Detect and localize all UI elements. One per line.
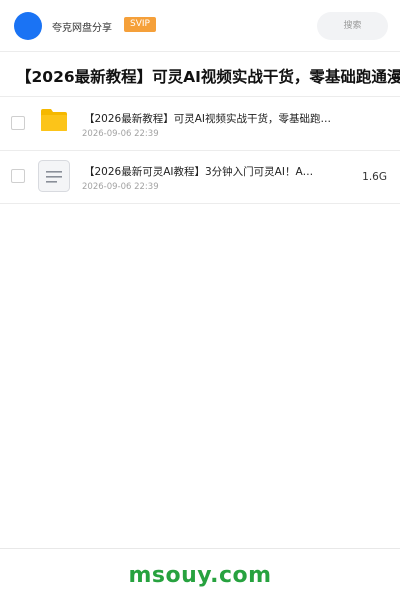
select-checkbox[interactable] (11, 116, 25, 130)
share-title: 【2026最新教程】可灵AI视频实战干货，零基础跑通漫剧… (16, 68, 400, 86)
svip-badge: SVIP (124, 17, 156, 32)
file-size: 1.6G (362, 171, 387, 183)
share-page: 夸克网盘分享 SVIP 搜索 【2026最新教程】可灵AI视频实战干货，零基础跑… (0, 0, 400, 600)
file-date: 2026-09-06 22:39 (82, 129, 159, 139)
file-row[interactable]: 【2026最新可灵AI教程】3分钟入门可灵AI！A… 2026-09-06 22… (0, 150, 400, 204)
file-row[interactable]: 【2026最新教程】可灵AI视频实战干货，零基础跑… 2026-09-06 22… (0, 97, 400, 151)
file-name[interactable]: 【2026最新教程】可灵AI视频实战干货，零基础跑… (84, 113, 346, 126)
avatar[interactable] (14, 12, 42, 40)
document-icon (38, 160, 70, 192)
folder-icon (40, 108, 68, 132)
watermark-text: msouy.com (128, 563, 272, 588)
footer-bar: msouy.com (0, 548, 400, 600)
top-header: 夸克网盘分享 SVIP 搜索 (0, 0, 400, 52)
file-date: 2026-09-06 22:39 (82, 182, 159, 192)
brand-label: 夸克网盘分享 (52, 23, 112, 34)
select-checkbox[interactable] (11, 169, 25, 183)
file-name[interactable]: 【2026最新可灵AI教程】3分钟入门可灵AI！A… (84, 166, 346, 179)
search-input[interactable]: 搜索 (317, 12, 388, 40)
